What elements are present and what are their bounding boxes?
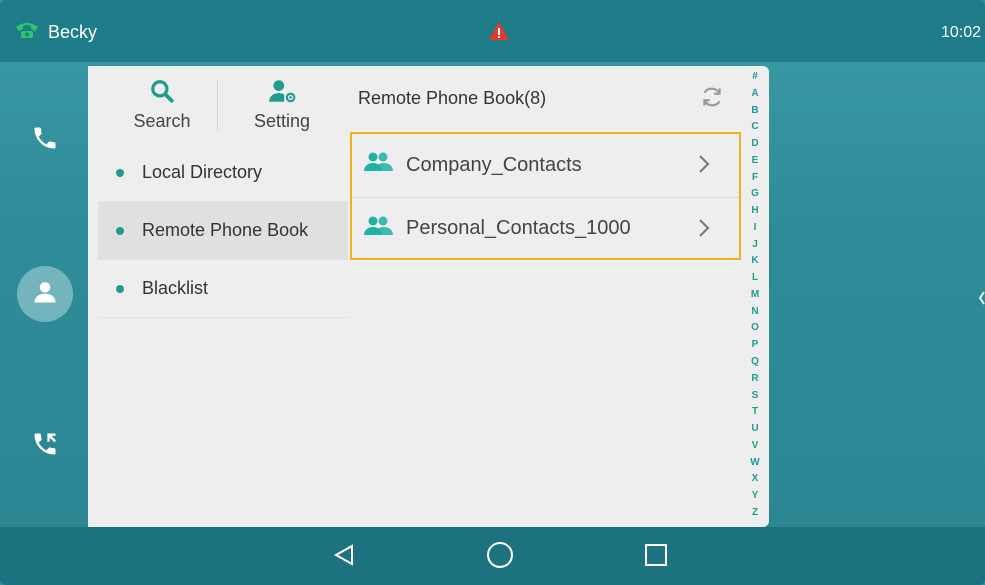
chevron-right-icon: [697, 152, 711, 182]
setting-label: Setting: [253, 111, 311, 131]
registered-phone-icon: [14, 20, 40, 45]
menu-item-label: Local Directory: [142, 162, 263, 182]
home-icon: [486, 541, 514, 574]
alphabet-letter[interactable]: X: [752, 474, 759, 484]
bullet-icon: [116, 168, 124, 177]
call-history-button[interactable]: [17, 418, 73, 474]
group-name: Personal_Contacts_1000: [406, 217, 631, 239]
refresh-button[interactable]: [699, 84, 725, 115]
alphabet-letter[interactable]: I: [754, 222, 757, 233]
warning-icon[interactable]: [488, 21, 510, 46]
side-handle[interactable]: [978, 290, 985, 306]
directory-panel: Search Setting Local Directory Remote Ph…: [88, 66, 769, 527]
chevron-right-icon: [697, 216, 711, 246]
alphabet-letter[interactable]: Y: [752, 491, 759, 501]
alphabet-letter[interactable]: K: [751, 256, 758, 266]
search-button[interactable]: Search: [112, 78, 212, 132]
group-icon: [362, 151, 394, 179]
menu-item-local-directory[interactable]: Local Directory: [98, 144, 348, 202]
contact-settings-icon: [267, 80, 297, 108]
alphabet-letter[interactable]: L: [752, 273, 758, 283]
alphabet-letter[interactable]: M: [751, 289, 759, 300]
alphabet-letter[interactable]: Q: [751, 357, 759, 367]
alphabet-letter[interactable]: J: [752, 239, 758, 250]
alphabet-letter[interactable]: V: [752, 440, 759, 451]
status-bar: Becky 10:02: [0, 0, 985, 62]
menu-item-label: Blacklist: [142, 278, 209, 298]
alphabet-letter[interactable]: B: [751, 105, 758, 116]
alphabet-letter[interactable]: D: [751, 139, 758, 149]
alphabet-letter[interactable]: P: [752, 340, 759, 350]
search-icon: [149, 80, 175, 108]
home-button[interactable]: [484, 541, 516, 573]
alphabet-letter[interactable]: #: [752, 72, 758, 82]
page-title: Remote Phone Book(8): [358, 88, 547, 108]
group-name: Company_Contacts: [406, 153, 582, 176]
call-history-icon: [31, 430, 59, 463]
alphabet-letter[interactable]: Z: [752, 507, 758, 518]
menu-item-blacklist[interactable]: Blacklist: [98, 260, 348, 318]
search-label: Search: [133, 111, 191, 131]
back-icon: [333, 543, 355, 572]
list-item-personal-contacts[interactable]: Personal_Contacts_1000: [352, 197, 739, 259]
menu-item-remote-phone-book[interactable]: Remote Phone Book: [98, 202, 348, 260]
back-button[interactable]: [328, 541, 360, 573]
group-list: Company_Contacts Personal_Contacts_1000: [350, 132, 741, 260]
alphabet-letter[interactable]: G: [751, 189, 759, 199]
alphabet-letter[interactable]: S: [752, 390, 759, 401]
navigation-bar: [0, 527, 985, 585]
alphabet-letter[interactable]: O: [751, 323, 759, 333]
alphabet-letter[interactable]: W: [750, 457, 759, 468]
alphabet-letter[interactable]: F: [752, 172, 758, 183]
contact-icon: [31, 278, 59, 311]
phone-screen: Becky 10:02 Search Setting Local Directo…: [0, 0, 985, 585]
alphabet-letter[interactable]: E: [752, 155, 759, 166]
list-item-company-contacts[interactable]: Company_Contacts: [352, 134, 739, 196]
menu-item-label: Remote Phone Book: [142, 220, 309, 240]
bullet-icon: [116, 284, 124, 293]
remote-phone-book-list: Remote Phone Book(8) Company_Contacts Pe…: [350, 66, 745, 527]
recents-button[interactable]: [640, 541, 672, 573]
dial-button[interactable]: [17, 112, 73, 168]
alphabet-index[interactable]: # A B C D E F G H I J K L M N O P Q R S T U V W X Y Z: [748, 72, 762, 518]
menu-toolbar: Search Setting: [98, 66, 348, 140]
account-name: Becky: [48, 22, 98, 42]
alphabet-letter[interactable]: U: [751, 424, 758, 434]
directory-menu: Search Setting Local Directory Remote Ph…: [98, 66, 348, 527]
bullet-icon: [116, 226, 124, 235]
directory-button[interactable]: [17, 266, 73, 322]
phone-icon: [31, 124, 59, 157]
alphabet-letter[interactable]: T: [752, 407, 758, 417]
toolbar-divider: [217, 80, 218, 130]
refresh-icon: [699, 87, 725, 114]
alphabet-letter[interactable]: A: [751, 88, 758, 99]
alphabet-letter[interactable]: N: [751, 306, 758, 317]
alphabet-letter[interactable]: H: [751, 206, 758, 216]
alphabet-letter[interactable]: R: [751, 373, 758, 384]
group-icon: [362, 215, 394, 243]
setting-button[interactable]: Setting: [232, 78, 332, 132]
account-status[interactable]: Becky: [14, 20, 97, 45]
clock: 10:02: [940, 24, 981, 41]
left-rail: [0, 62, 88, 527]
recents-icon: [644, 543, 668, 572]
alphabet-letter[interactable]: C: [751, 122, 758, 132]
